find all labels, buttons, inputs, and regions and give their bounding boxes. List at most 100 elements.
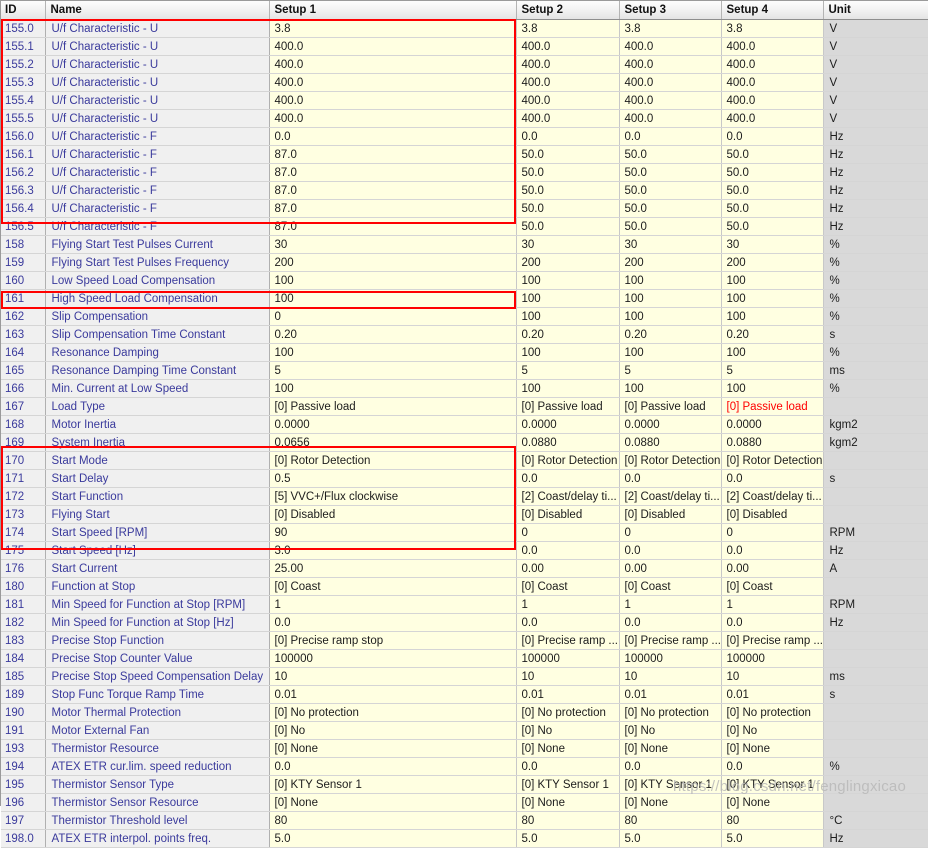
cell-setup-4[interactable]: 0.0 bbox=[721, 541, 824, 560]
cell-setup-4[interactable]: 50.0 bbox=[721, 181, 824, 200]
cell-setup-4[interactable]: 0.0 bbox=[721, 127, 824, 146]
table-row[interactable]: 160 Low Speed Load Compensation 100 100 100 1… bbox=[1, 271, 928, 290]
cell-setup-4[interactable]: [0] Disabled bbox=[721, 505, 824, 524]
cell-setup-3[interactable]: [0] Precise ramp ... bbox=[619, 631, 722, 650]
cell-setup-4[interactable]: 10 bbox=[721, 667, 824, 686]
cell-setup-3[interactable]: 10 bbox=[619, 667, 722, 686]
cell-setup-2[interactable]: 0.0 bbox=[516, 541, 620, 560]
column-header-id[interactable]: ID bbox=[1, 1, 46, 20]
cell-setup-2[interactable]: [0] None bbox=[516, 793, 620, 812]
cell-setup-4[interactable]: 100 bbox=[721, 289, 824, 308]
cell-setup-3[interactable]: 0.20 bbox=[619, 325, 722, 344]
table-row[interactable]: 171 Start Delay 0.5 0.0 0.0 0.0 s bbox=[1, 469, 928, 488]
cell-setup-3[interactable]: [0] Passive load bbox=[619, 397, 722, 416]
cell-setup-1[interactable]: 400.0 bbox=[269, 91, 517, 110]
cell-setup-3[interactable]: 0.00 bbox=[619, 559, 722, 578]
cell-setup-4[interactable]: 30 bbox=[721, 235, 824, 254]
table-row[interactable]: 165 Resonance Damping Time Constant 5 5 5 5 ms bbox=[1, 361, 928, 380]
table-row[interactable]: 190 Motor Thermal Protection [0] No protec… bbox=[1, 703, 928, 722]
table-row[interactable]: 191 Motor External Fan [0] No [0] No [0] No[… bbox=[1, 721, 928, 740]
cell-setup-3[interactable]: [0] None bbox=[619, 739, 722, 758]
cell-setup-2[interactable]: 80 bbox=[516, 811, 620, 830]
table-row[interactable]: 158 Flying Start Test Pulses Current 30 30 3… bbox=[1, 235, 928, 254]
cell-setup-1[interactable]: 87.0 bbox=[269, 217, 517, 236]
cell-setup-1[interactable]: 10 bbox=[269, 667, 517, 686]
cell-setup-4[interactable]: [2] Coast/delay ti... bbox=[721, 487, 824, 506]
cell-setup-2[interactable]: 0.01 bbox=[516, 685, 620, 704]
cell-setup-2[interactable]: 0.0880 bbox=[516, 433, 620, 452]
cell-setup-1[interactable]: 100 bbox=[269, 271, 517, 290]
table-row[interactable]: 183 Precise Stop Function [0] Precise ramp… bbox=[1, 631, 928, 650]
cell-setup-2[interactable]: 30 bbox=[516, 235, 620, 254]
cell-setup-1[interactable]: [0] No protection bbox=[269, 703, 517, 722]
cell-setup-1[interactable]: [0] No bbox=[269, 721, 517, 740]
cell-setup-1[interactable]: 400.0 bbox=[269, 37, 517, 56]
cell-setup-2[interactable]: 1 bbox=[516, 595, 620, 614]
cell-setup-4[interactable]: [0] None bbox=[721, 793, 824, 812]
cell-setup-1[interactable]: [0] Disabled bbox=[269, 505, 517, 524]
cell-setup-2[interactable]: [0] Precise ramp ... bbox=[516, 631, 620, 650]
cell-setup-1[interactable]: [0] None bbox=[269, 793, 517, 812]
cell-setup-3[interactable]: 50.0 bbox=[619, 199, 722, 218]
cell-setup-1[interactable]: 0.01 bbox=[269, 685, 517, 704]
table-row[interactable]: 170 Start Mode [0] Rotor Detection [0] Roto… bbox=[1, 451, 928, 470]
cell-setup-3[interactable]: 400.0 bbox=[619, 55, 722, 74]
cell-setup-2[interactable]: 0.00 bbox=[516, 559, 620, 578]
cell-setup-2[interactable]: 50.0 bbox=[516, 145, 620, 164]
cell-setup-2[interactable]: 0.20 bbox=[516, 325, 620, 344]
cell-setup-4[interactable]: 0.00 bbox=[721, 559, 824, 578]
table-row[interactable]: 181 Min Speed for Function at Stop [RPM] 1… bbox=[1, 595, 928, 614]
cell-setup-4[interactable]: 0.01 bbox=[721, 685, 824, 704]
cell-setup-1[interactable]: 0.0 bbox=[269, 127, 517, 146]
cell-setup-1[interactable]: [0] Precise ramp stop bbox=[269, 631, 517, 650]
cell-setup-4[interactable]: 100000 bbox=[721, 649, 824, 668]
cell-setup-3[interactable]: [2] Coast/delay ti... bbox=[619, 487, 722, 506]
cell-setup-3[interactable]: 0.01 bbox=[619, 685, 722, 704]
cell-setup-3[interactable]: 0.0 bbox=[619, 757, 722, 776]
cell-setup-1[interactable]: 87.0 bbox=[269, 145, 517, 164]
table-row[interactable]: 184 Precise Stop Counter Value 100000 10000… bbox=[1, 649, 928, 668]
cell-setup-1[interactable]: 5.0 bbox=[269, 829, 517, 848]
table-row[interactable]: 156.2 U/f Characteristic - F 87.0 50.0 50.0 5… bbox=[1, 163, 928, 182]
cell-setup-2[interactable]: 50.0 bbox=[516, 217, 620, 236]
table-row[interactable]: 197 Thermistor Threshold level 80 80 80 80 °C bbox=[1, 811, 928, 830]
table-row[interactable]: 198.0 ATEX ETR interpol. points freq. 5.0 5… bbox=[1, 829, 928, 848]
cell-setup-2[interactable]: 100 bbox=[516, 289, 620, 308]
cell-setup-4[interactable]: 100 bbox=[721, 271, 824, 290]
table-row[interactable]: 167 Load Type [0] Passive load [0] Passive … bbox=[1, 397, 928, 416]
cell-setup-2[interactable]: 0 bbox=[516, 523, 620, 542]
cell-setup-1[interactable]: 100 bbox=[269, 379, 517, 398]
cell-setup-4[interactable]: 400.0 bbox=[721, 55, 824, 74]
cell-setup-4[interactable]: 100 bbox=[721, 307, 824, 326]
cell-setup-1[interactable]: 0.20 bbox=[269, 325, 517, 344]
table-row[interactable]: 156.5 U/f Characteristic - F 87.0 50.0 50.0 5… bbox=[1, 217, 928, 236]
cell-setup-1[interactable]: 1 bbox=[269, 595, 517, 614]
cell-setup-4[interactable]: 3.8 bbox=[721, 19, 824, 38]
cell-setup-2[interactable]: 400.0 bbox=[516, 109, 620, 128]
table-row[interactable]: 193 Thermistor Resource [0] None [0] None [0… bbox=[1, 739, 928, 758]
cell-setup-2[interactable]: [0] Coast bbox=[516, 577, 620, 596]
table-row[interactable]: 155.2 U/f Characteristic - U 400.0 400.0 400… bbox=[1, 55, 928, 74]
cell-setup-2[interactable]: 50.0 bbox=[516, 199, 620, 218]
cell-setup-3[interactable]: [0] No protection bbox=[619, 703, 722, 722]
cell-setup-4[interactable]: 0 bbox=[721, 523, 824, 542]
cell-setup-4[interactable]: 5.0 bbox=[721, 829, 824, 848]
cell-setup-2[interactable]: [0] KTY Sensor 1 bbox=[516, 775, 620, 794]
table-row[interactable]: 156.4 U/f Characteristic - F 87.0 50.0 50.0 5… bbox=[1, 199, 928, 218]
cell-setup-1[interactable]: 0.5 bbox=[269, 469, 517, 488]
cell-setup-3[interactable]: 100 bbox=[619, 343, 722, 362]
cell-setup-1[interactable]: 25.00 bbox=[269, 559, 517, 578]
table-row[interactable]: 168 Motor Inertia 0.0000 0.0000 0.0000 0.0000… bbox=[1, 415, 928, 434]
cell-setup-1[interactable]: 100 bbox=[269, 289, 517, 308]
cell-setup-1[interactable]: 3.0 bbox=[269, 541, 517, 560]
table-row[interactable]: 176 Start Current 25.00 0.00 0.00 0.00 A bbox=[1, 559, 928, 578]
cell-setup-4[interactable]: 0.0 bbox=[721, 757, 824, 776]
cell-setup-3[interactable]: [0] Disabled bbox=[619, 505, 722, 524]
table-row[interactable]: 155.4 U/f Characteristic - U 400.0 400.0 400… bbox=[1, 91, 928, 110]
table-row[interactable]: 156.0 U/f Characteristic - F 0.0 0.0 0.0 0.0 H… bbox=[1, 127, 928, 146]
cell-setup-2[interactable]: 50.0 bbox=[516, 163, 620, 182]
cell-setup-1[interactable]: 0.0 bbox=[269, 613, 517, 632]
cell-setup-3[interactable]: 50.0 bbox=[619, 181, 722, 200]
cell-setup-4[interactable]: 400.0 bbox=[721, 91, 824, 110]
cell-setup-4[interactable]: 100 bbox=[721, 379, 824, 398]
